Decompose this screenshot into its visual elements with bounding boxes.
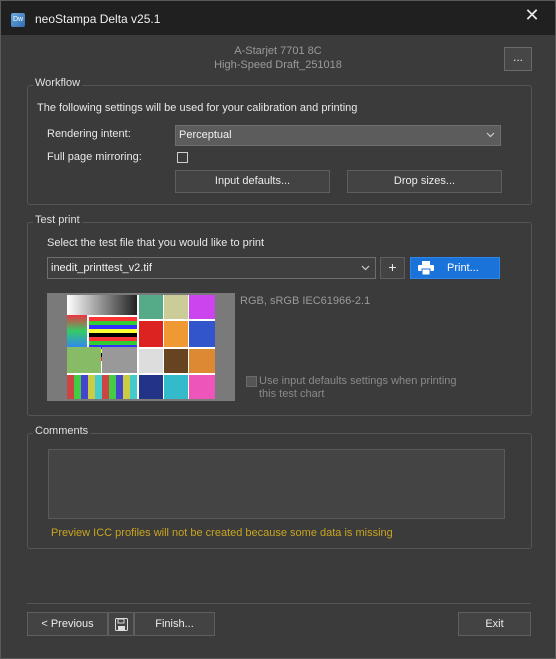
finish-button[interactable]: Finish...: [134, 612, 215, 636]
close-icon: ✕: [524, 5, 540, 25]
window-title: neoStampa Delta v25.1: [35, 12, 161, 26]
preview-icc-warning: Preview ICC profiles will not be created…: [51, 527, 393, 539]
printer-mode: High-Speed Draft_251018: [214, 59, 342, 71]
title-bar: Dw neoStampa Delta v25.1 ✕: [1, 1, 555, 35]
previous-button[interactable]: < Previous: [27, 612, 108, 636]
test-file-instruction: Select the test file that you would like…: [47, 237, 265, 249]
test-file-value: inedit_printtest_v2.tif: [51, 262, 152, 274]
test-chart-image: [67, 295, 215, 399]
rendering-intent-select[interactable]: Perceptual: [175, 125, 501, 146]
close-button[interactable]: ✕: [509, 1, 555, 31]
add-test-file-button[interactable]: +: [380, 257, 405, 279]
mirroring-checkbox[interactable]: [177, 152, 188, 163]
rendering-intent-label: Rendering intent:: [47, 128, 131, 140]
more-options-button[interactable]: ...: [504, 47, 532, 71]
drop-sizes-button[interactable]: Drop sizes...: [347, 170, 502, 193]
mirroring-label: Full page mirroring:: [47, 151, 142, 163]
main-window: Dw neoStampa Delta v25.1 ✕ A-Starjet 770…: [0, 0, 556, 659]
footer-separator: [27, 603, 531, 604]
chevron-down-icon: [361, 258, 370, 285]
input-defaults-button[interactable]: Input defaults...: [175, 170, 330, 193]
use-defaults-label-line2: this test chart: [259, 388, 325, 400]
color-profile-info: RGB, sRGB IEC61966-2.1: [240, 295, 371, 307]
app-logo-icon: Dw: [11, 13, 25, 27]
comments-title: Comments: [33, 425, 91, 437]
chevron-down-icon: [486, 126, 495, 150]
printer-icon: [418, 261, 434, 282]
workflow-title: Workflow: [33, 77, 83, 89]
print-label: Print...: [447, 262, 479, 274]
test-file-select[interactable]: inedit_printtest_v2.tif: [47, 257, 376, 279]
test-chart-preview: [47, 293, 235, 401]
exit-button[interactable]: Exit: [458, 612, 531, 636]
floppy-disk-icon: [115, 618, 128, 634]
printer-model: A-Starjet 7701 8C: [234, 45, 322, 57]
workflow-description: The following settings will be used for …: [37, 102, 358, 114]
use-defaults-label-line1: Use input defaults settings when printin…: [259, 375, 457, 387]
print-button[interactable]: Print...: [410, 257, 500, 279]
test-print-title: Test print: [33, 214, 82, 226]
comments-textarea[interactable]: [48, 449, 505, 519]
printer-info: A-Starjet 7701 8C High-Speed Draft_25101…: [1, 44, 555, 72]
use-defaults-checkbox[interactable]: [246, 376, 257, 387]
save-button[interactable]: [108, 612, 134, 636]
rendering-intent-value: Perceptual: [179, 129, 232, 141]
use-defaults-label: Use input defaults settings when printin…: [259, 375, 457, 401]
